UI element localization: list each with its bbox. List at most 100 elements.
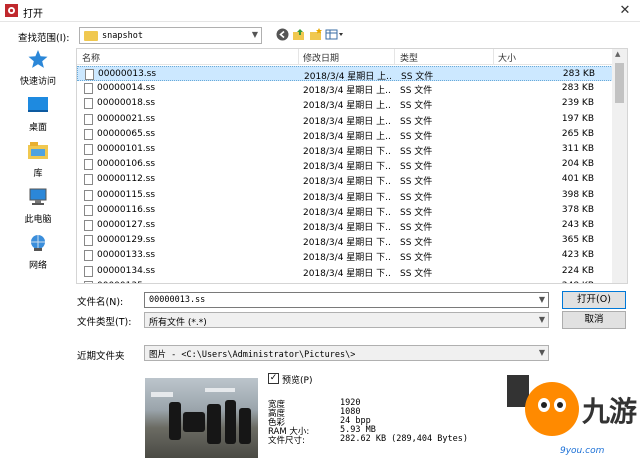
place-quick-access[interactable]: 快速访问 — [5, 50, 71, 87]
scroll-thumb[interactable] — [615, 63, 624, 103]
file-date: 2018/3/4 星期日 下... — [303, 192, 391, 203]
column-divider[interactable] — [394, 49, 395, 65]
file-name: 00000065.ss — [97, 128, 156, 139]
file-type: SS 文件 — [400, 281, 490, 283]
file-name: 00000112.ss — [97, 174, 156, 185]
image-info-panel: 宽度 1920 高度 1080 色彩 24 bpp RAM 大小: 5.93 M… — [265, 390, 468, 454]
sort-arrow-icon: ^ — [185, 48, 192, 54]
file-size: 398 KB — [561, 189, 594, 200]
file-name: 00000101.ss — [97, 144, 156, 154]
chevron-down-icon[interactable]: ▼ — [539, 348, 545, 357]
file-row[interactable]: 00000112.ss 2018/3/4 星期日 下... SS 文件 401 KB — [77, 172, 613, 187]
file-size: 197 KB — [561, 113, 594, 124]
info-value: 282.62 KB (289,404 Bytes) — [340, 434, 468, 444]
file-row[interactable]: 00000065.ss 2018/3/4 星期日 上... SS 文件 265 KB — [77, 127, 613, 142]
file-row[interactable]: 00000134.ss 2018/3/4 星期日 下... SS 文件 224 KB — [77, 264, 613, 279]
file-name: 00000018.ss — [97, 98, 156, 109]
place-library[interactable]: 库 — [5, 142, 71, 179]
column-divider[interactable] — [298, 49, 299, 65]
info-label: 文件尺寸: — [268, 436, 305, 446]
place-this-pc[interactable]: 此电脑 — [5, 188, 71, 225]
file-date: 2018/3/4 星期日 下... — [303, 207, 391, 218]
place-label: 快速访问 — [19, 77, 56, 87]
filetype-label: 文件类型(T): — [77, 317, 132, 328]
file-row[interactable]: 00000018.ss 2018/3/4 星期日 上... SS 文件 239 KB — [77, 96, 613, 111]
filetype-value: 所有文件 (*.*) — [149, 318, 207, 328]
new-folder-icon[interactable] — [308, 28, 323, 43]
chevron-down-icon[interactable]: ▼ — [539, 315, 545, 324]
computer-icon — [29, 188, 47, 205]
close-button[interactable]: ✕ — [610, 0, 640, 22]
recent-folders-select[interactable]: 图片 - <C:\Users\Administrator\Pictures\> … — [144, 345, 549, 361]
file-row[interactable]: 00000106.ss 2018/3/4 星期日 下... SS 文件 204 KB — [77, 157, 613, 172]
file-icon — [84, 144, 93, 155]
lookin-value: snapshot — [102, 31, 143, 41]
filename-input[interactable]: 00000013.ss ▼ — [144, 292, 549, 308]
file-icon — [84, 265, 93, 277]
file-icon — [84, 235, 93, 247]
file-row[interactable]: 00000014.ss 2018/3/4 星期日 上... SS 文件 283 KB — [77, 81, 613, 96]
file-type: SS 文件 — [400, 253, 433, 264]
file-row[interactable]: 00000129.ss 2018/3/4 星期日 下... SS 文件 365 KB — [77, 233, 613, 248]
file-row[interactable]: 00000115.ss 2018/3/4 星期日 下... SS 文件 398 KB — [77, 188, 613, 203]
file-date: 2018/3/4 星期日 上... — [303, 101, 391, 112]
recent-value: 图片 - <C:\Users\Administrator\Pictures\> — [149, 350, 356, 360]
file-name: 00000127.ss — [97, 220, 156, 230]
column-divider[interactable] — [493, 49, 494, 65]
file-icon — [84, 128, 93, 140]
file-size: 283 KB — [562, 69, 595, 79]
file-row[interactable]: 00000135.ss 2018/3/4 星期日 下... SS 文件 248 KB — [77, 279, 613, 283]
vertical-scrollbar[interactable]: ▲ — [612, 49, 627, 283]
mascot-icon — [525, 382, 579, 436]
scroll-up-icon[interactable]: ▲ — [615, 50, 620, 58]
place-label: 此电脑 — [24, 215, 52, 225]
place-label: 网络 — [28, 261, 47, 271]
file-row[interactable]: 00000013.ss 2018/3/4 星期日 上... SS 文件 283 KB — [77, 66, 613, 82]
app-icon — [5, 4, 18, 17]
file-row[interactable]: 00000101.ss 2018/3/4 星期日 下... SS 文件 311 KB — [77, 142, 613, 157]
file-size: 248 KB — [498, 281, 594, 283]
column-type[interactable]: 类型 — [400, 51, 418, 64]
column-date[interactable]: 修改日期 — [303, 51, 339, 64]
place-desktop[interactable]: 桌面 — [5, 96, 71, 133]
watermark-logo: 九游 9you.com — [465, 368, 640, 463]
file-name: 00000013.ss — [98, 69, 157, 79]
file-list[interactable]: ^ 名称 修改日期 类型 大小 00000013.ss 2018/3/4 星期日 … — [76, 48, 628, 284]
column-name[interactable]: 名称 — [82, 51, 100, 64]
file-icon — [84, 159, 93, 171]
file-date: 2018/3/4 星期日 上... — [304, 72, 392, 82]
view-menu-icon[interactable] — [324, 28, 346, 43]
chevron-down-icon[interactable]: ▼ — [539, 295, 545, 304]
lookin-combo[interactable]: snapshot ▼ — [79, 27, 262, 44]
column-size[interactable]: 大小 — [498, 51, 516, 64]
file-row[interactable]: 00000021.ss 2018/3/4 星期日 上... SS 文件 197 KB — [77, 112, 613, 127]
file-size: 204 KB — [561, 159, 594, 170]
file-date: 2018/3/4 星期日 下... — [303, 223, 391, 233]
file-date: 2018/3/4 星期日 下... — [303, 238, 391, 249]
back-icon[interactable] — [275, 28, 290, 43]
up-folder-icon[interactable] — [291, 28, 306, 43]
checkbox-box[interactable]: ✓ — [268, 373, 279, 384]
file-row[interactable]: 00000133.ss 2018/3/4 星期日 下... SS 文件 423 KB — [77, 248, 613, 263]
file-type: SS 文件 — [400, 86, 433, 97]
file-row[interactable]: 00000116.ss 2018/3/4 星期日 下... SS 文件 378 KB — [77, 203, 613, 218]
file-size: 239 KB — [561, 98, 594, 109]
file-icon — [84, 113, 93, 125]
file-row[interactable]: 00000127.ss 2018/3/4 星期日 下... SS 文件 243 KB — [77, 218, 613, 233]
file-date: 2018/3/4 星期日 下... — [303, 177, 391, 188]
file-icon — [84, 280, 93, 283]
file-name: 00000135.ss — [97, 281, 297, 283]
file-name: 00000014.ss — [97, 83, 156, 94]
file-type: SS 文件 — [400, 268, 433, 279]
network-icon — [31, 235, 45, 251]
open-button[interactable]: 打开(O) — [562, 291, 626, 309]
file-icon — [84, 83, 93, 95]
chevron-down-icon[interactable]: ▼ — [252, 30, 258, 39]
filetype-select[interactable]: 所有文件 (*.*) ▼ — [144, 312, 549, 328]
file-date: 2018/3/4 星期日 下... — [303, 162, 391, 173]
file-type: SS 文件 — [400, 162, 433, 173]
place-network[interactable]: 网络 — [5, 234, 71, 271]
window-title: 打开 — [23, 9, 43, 20]
file-date: 2018/3/4 星期日 上... — [303, 116, 391, 127]
cancel-button[interactable]: 取消 — [562, 311, 626, 329]
